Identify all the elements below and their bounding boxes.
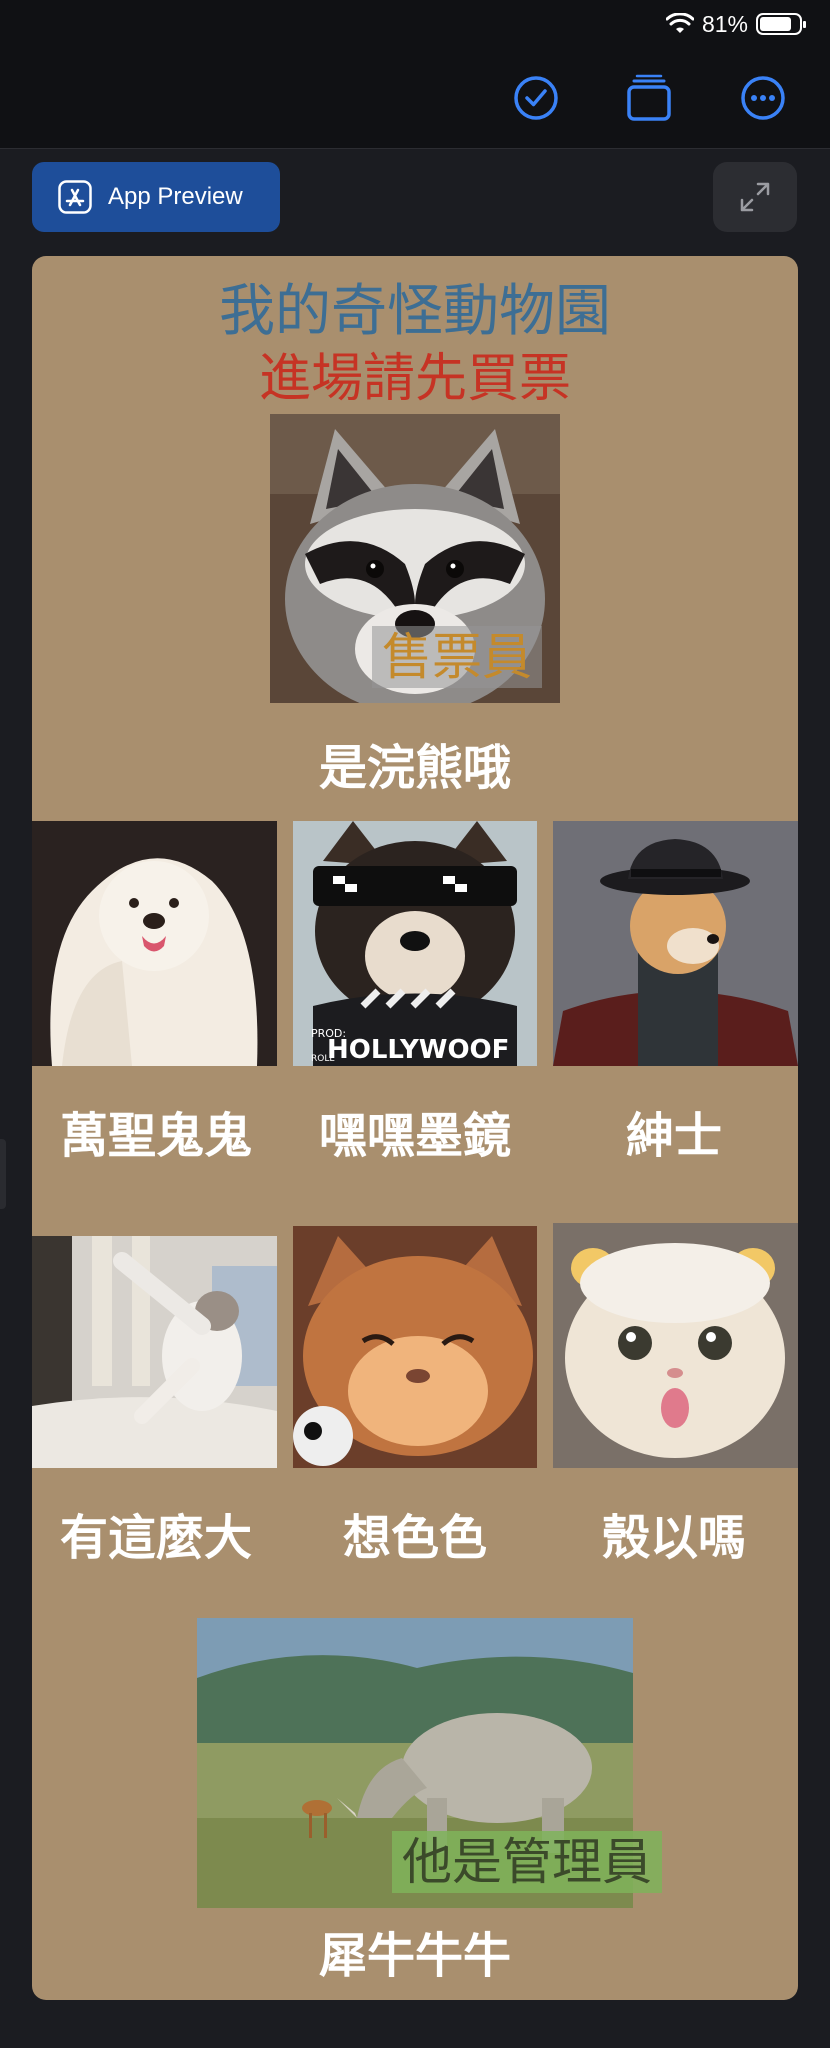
more-circle-icon[interactable]	[739, 74, 787, 122]
checkmark-circle-icon[interactable]	[512, 74, 560, 122]
cat-caption-1: 有這麼大	[59, 1510, 252, 1566]
prod-text: PROD:	[311, 1027, 346, 1040]
app-preview-button[interactable]: App Preview	[32, 162, 280, 232]
ticket-seller-badge: 售票員	[372, 626, 542, 688]
battery-percent: 81%	[701, 10, 748, 37]
page-title: 我的奇怪動物園	[219, 279, 611, 344]
window-stack-icon[interactable]	[625, 74, 673, 122]
tongue-cat-photo	[553, 1223, 798, 1468]
sunglasses-dog-photo: HOLLYWOOF PROD: ROLL	[293, 821, 537, 1066]
preview-area: App Preview 我的奇怪動物園 進場請先買票 售票員 是浣熊哦 HOLL…	[0, 149, 830, 2048]
cat-caption-2: 想色色	[342, 1510, 487, 1566]
battery-level	[760, 17, 791, 31]
expand-icon	[740, 182, 770, 212]
rhino-caption: 犀牛牛牛	[318, 1928, 511, 1984]
app-preview-label: App Preview	[108, 183, 243, 210]
top-toolbar	[0, 48, 830, 149]
roll-text: ROLL	[311, 1054, 334, 1064]
raccoon-caption: 是浣熊哦	[318, 740, 511, 796]
ghost-dog-photo	[32, 821, 277, 1066]
dog-caption-3: 紳士	[625, 1108, 722, 1164]
manager-badge: 他是管理員	[392, 1831, 662, 1893]
page-subtitle: 進場請先買票	[258, 349, 571, 409]
battery-icon	[756, 13, 806, 35]
zoo-page: 我的奇怪動物園 進場請先買票 售票員 是浣熊哦 HOLLYWOOF PROD: …	[32, 256, 798, 2000]
status-indicators: 81%	[665, 10, 806, 38]
grumpy-cat-photo	[293, 1226, 537, 1468]
wifi-icon	[665, 13, 694, 33]
side-handle[interactable]	[0, 1139, 6, 1209]
gentleman-dog-photo	[553, 821, 798, 1066]
status-bar: 81%	[0, 0, 830, 48]
reaching-cat-photo	[32, 1236, 277, 1468]
dog-caption-2: 嘿嘿墨鏡	[318, 1108, 511, 1164]
dog-caption-1: 萬聖鬼鬼	[59, 1108, 252, 1164]
app-store-icon	[58, 180, 92, 214]
expand-button[interactable]	[713, 162, 797, 232]
hollywoof-text: HOLLYWOOF	[327, 1035, 509, 1065]
cat-caption-3: 殼以嗎	[601, 1510, 746, 1566]
